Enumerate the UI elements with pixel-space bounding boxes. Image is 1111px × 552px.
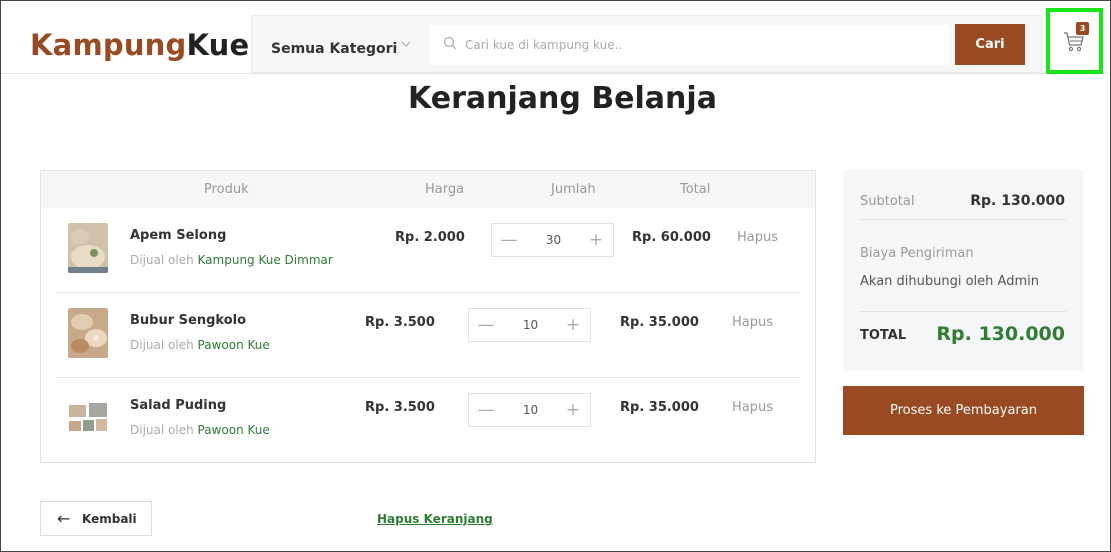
search-bar: Semua Kategori Cari [251, 15, 1042, 73]
category-select[interactable]: Semua Kategori [271, 41, 397, 57]
summary-divider [860, 219, 1066, 220]
increase-quantity-button[interactable]: + [585, 229, 607, 251]
decrease-quantity-button[interactable]: — [498, 229, 520, 251]
column-header-total: Total [680, 182, 711, 197]
column-header-qty: Jumlah [551, 182, 596, 197]
product-seller: Dijual oleh Pawoon Kue [130, 423, 270, 437]
checkout-button[interactable]: Proses ke Pembayaran [843, 386, 1084, 435]
product-name[interactable]: Salad Puding [130, 398, 226, 413]
seller-link[interactable]: Kampung Kue Dimmar [198, 253, 333, 267]
product-name[interactable]: Apem Selong [130, 228, 226, 243]
sold-by-label: Dijual oleh [130, 253, 194, 267]
table-row: Apem Selong Dijual oleh Kampung Kue Dimm… [55, 208, 801, 293]
total-value: Rp. 130.000 [936, 323, 1065, 345]
remove-item-button[interactable]: Hapus [732, 400, 773, 415]
product-seller: Dijual oleh Pawoon Kue [130, 338, 270, 352]
increase-quantity-button[interactable]: + [562, 399, 584, 421]
decrease-quantity-button[interactable]: — [475, 399, 497, 421]
search-input-wrap [429, 25, 949, 65]
remove-item-button[interactable]: Hapus [732, 315, 773, 330]
chevron-down-icon[interactable] [400, 38, 412, 54]
decrease-quantity-button[interactable]: — [475, 314, 497, 336]
product-name[interactable]: Bubur Sengkolo [130, 313, 246, 328]
total-label: TOTAL [860, 328, 907, 343]
search-button[interactable]: Cari [955, 24, 1025, 65]
quantity-stepper: — 10 + [468, 393, 591, 427]
subtotal-value: Rp. 130.000 [970, 193, 1065, 209]
sold-by-label: Dijual oleh [130, 423, 194, 437]
increase-quantity-button[interactable]: + [562, 314, 584, 336]
cart-table: Produk Harga Jumlah Total Apem Selong Di… [40, 170, 816, 463]
remove-item-button[interactable]: Hapus [737, 230, 778, 245]
shipping-value: Akan dihubungi oleh Admin [860, 274, 1039, 289]
logo-part-kampung: Kampung [30, 28, 187, 62]
quantity-value[interactable]: 30 [522, 233, 585, 247]
column-header-price: Harga [425, 182, 465, 197]
product-price: Rp. 2.000 [395, 230, 465, 245]
product-thumbnail-salad-puding[interactable] [68, 393, 108, 443]
table-header: Produk Harga Jumlah Total [41, 171, 815, 208]
arrow-left-icon: ← [57, 509, 71, 528]
quantity-value[interactable]: 10 [499, 318, 562, 332]
product-thumbnail-bubur-sengkolo[interactable] [68, 308, 108, 358]
sold-by-label: Dijual oleh [130, 338, 194, 352]
seller-link[interactable]: Pawoon Kue [198, 423, 270, 437]
row-total: Rp. 35.000 [620, 315, 699, 330]
order-summary: Subtotal Rp. 130.000 Biaya Pengiriman Ak… [843, 170, 1083, 371]
product-seller: Dijual oleh Kampung Kue Dimmar [130, 253, 333, 267]
cart-count-badge: 3 [1076, 22, 1089, 35]
logo[interactable]: KampungKue [30, 28, 249, 62]
quantity-stepper: — 10 + [468, 308, 591, 342]
page-title: Keranjang Belanja [408, 81, 717, 116]
shipping-label: Biaya Pengiriman [860, 246, 974, 261]
cart-button[interactable]: 3 [1046, 8, 1103, 74]
product-price: Rp. 3.500 [365, 400, 435, 415]
quantity-stepper: — 30 + [491, 223, 614, 257]
row-total: Rp. 35.000 [620, 400, 699, 415]
search-input[interactable] [465, 25, 935, 65]
subtotal-label: Subtotal [860, 194, 915, 209]
quantity-value[interactable]: 10 [499, 403, 562, 417]
row-total: Rp. 60.000 [632, 230, 711, 245]
table-row: Salad Puding Dijual oleh Pawoon Kue Rp. … [55, 378, 801, 463]
back-button-label: Kembali [82, 512, 137, 526]
column-header-product: Produk [204, 182, 249, 197]
logo-part-kue: Kue [186, 28, 250, 62]
search-icon [443, 36, 457, 50]
product-thumbnail-apem-selong[interactable] [68, 223, 108, 273]
product-price: Rp. 3.500 [365, 315, 435, 330]
summary-divider [860, 311, 1066, 312]
seller-link[interactable]: Pawoon Kue [198, 338, 270, 352]
back-button[interactable]: ← Kembali [40, 501, 152, 536]
clear-cart-link[interactable]: Hapus Keranjang [377, 512, 493, 526]
table-row: Bubur Sengkolo Dijual oleh Pawoon Kue Rp… [55, 293, 801, 378]
site-header: KampungKue Semua Kategori Cari 3 [0, 0, 1111, 74]
